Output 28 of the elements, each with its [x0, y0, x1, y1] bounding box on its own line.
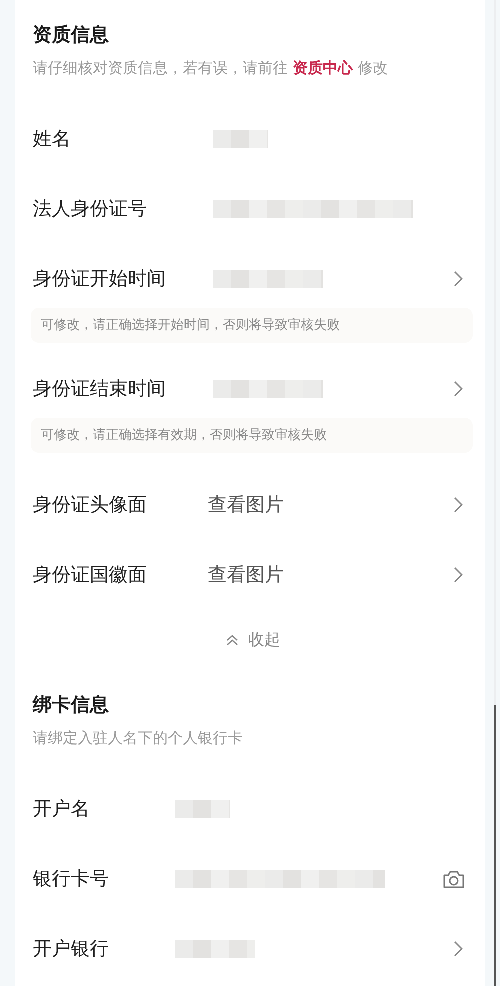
chevron-right-icon[interactable]: [454, 497, 463, 513]
field-label: 银行卡号: [33, 868, 109, 890]
collapse-button[interactable]: 收起: [220, 626, 286, 654]
field-label: 姓名: [33, 128, 71, 150]
section-subtitle: 请仔细核对资质信息，若有误，请前往 资质中心 修改: [33, 58, 389, 79]
field-label: 开户银行: [33, 938, 109, 960]
chevron-right-icon[interactable]: [454, 381, 463, 397]
hint-banner: 可修改，请正确选择开始时间，否则将导致审核失败: [31, 308, 473, 343]
qualification-center-link[interactable]: 资质中心: [293, 59, 353, 77]
double-caret-up-icon: [226, 634, 238, 646]
field-label: 身份证开始时间: [33, 268, 166, 290]
field-label: 开户名: [33, 798, 90, 820]
view-image-link[interactable]: 查看图片: [208, 562, 284, 588]
chevron-right-icon[interactable]: [454, 567, 463, 583]
field-label: 身份证头像面: [33, 494, 147, 516]
field-label: 身份证结束时间: [33, 378, 166, 400]
field-label: 法人身份证号: [33, 198, 147, 220]
chevron-right-icon[interactable]: [454, 941, 463, 957]
field-label: 身份证国徽面: [33, 564, 147, 586]
view-image-link[interactable]: 查看图片: [208, 492, 284, 518]
redacted-value: [175, 800, 230, 818]
camera-icon[interactable]: [443, 870, 465, 888]
chevron-right-icon[interactable]: [454, 271, 463, 287]
section-subtitle: 请绑定入驻人名下的个人银行卡: [33, 728, 244, 749]
section-title: 绑卡信息: [33, 693, 110, 718]
section-title: 资质信息: [33, 23, 110, 48]
redacted-value: [213, 130, 268, 148]
hint-banner: 可修改，请正确选择有效期，否则将导致审核失败: [31, 418, 473, 453]
